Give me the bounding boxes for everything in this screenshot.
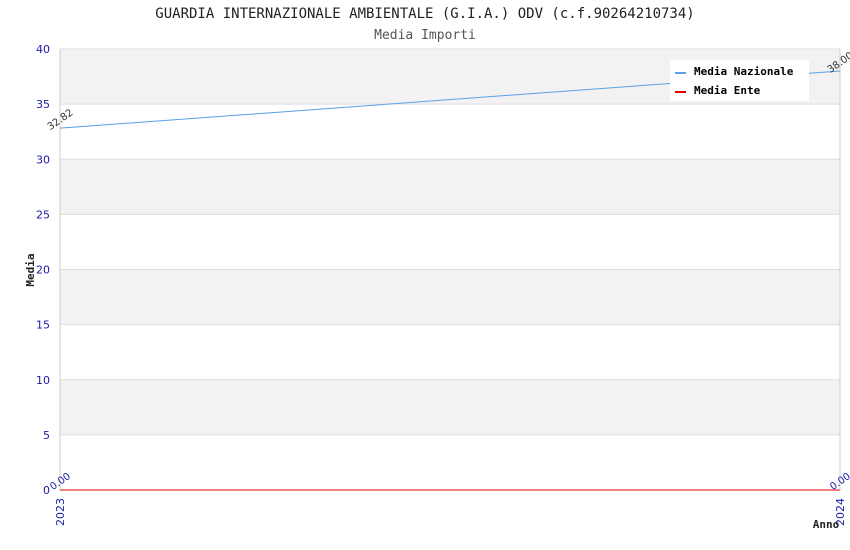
y-axis-label: Media bbox=[24, 253, 37, 286]
chart-title: GUARDIA INTERNAZIONALE AMBIENTALE (G.I.A… bbox=[155, 6, 694, 22]
grid-band bbox=[60, 324, 840, 380]
chart: 0 5 10 15 20 25 30 35 40 2023 2024 32.82 38.00 0.00… bbox=[0, 0, 850, 550]
y-ticks: 0510152025303540 bbox=[36, 43, 50, 497]
x-ticks: 2023 2024 bbox=[54, 498, 847, 526]
x-axis-label: Anno bbox=[813, 518, 840, 531]
y-tick-label: 20 bbox=[36, 264, 50, 277]
y-tick-label: 35 bbox=[36, 98, 50, 111]
y-tick-label: 10 bbox=[36, 374, 50, 387]
legend-label-media-nazionale: Media Nazionale bbox=[694, 65, 794, 78]
chart-svg: 0510152025303540 2023 2024 32.8238.000.00… bbox=[24, 6, 850, 531]
y-tick-label: 15 bbox=[36, 319, 50, 332]
y-tick-label: 30 bbox=[36, 153, 50, 166]
grid-band bbox=[60, 434, 840, 490]
y-tick-label: 25 bbox=[36, 208, 50, 221]
grid-band bbox=[60, 159, 840, 215]
chart-subtitle: Media Importi bbox=[374, 28, 476, 43]
grid-band bbox=[60, 214, 840, 270]
x-tick-label: 2023 bbox=[54, 498, 67, 526]
legend-label-media-ente: Media Ente bbox=[694, 84, 761, 97]
legend: Media Nazionale Media Ente bbox=[670, 60, 809, 101]
grid-band bbox=[60, 269, 840, 325]
grid-band bbox=[60, 379, 840, 435]
y-tick-label: 5 bbox=[43, 429, 50, 442]
grid-band bbox=[60, 104, 840, 160]
y-tick-label: 40 bbox=[36, 43, 50, 56]
